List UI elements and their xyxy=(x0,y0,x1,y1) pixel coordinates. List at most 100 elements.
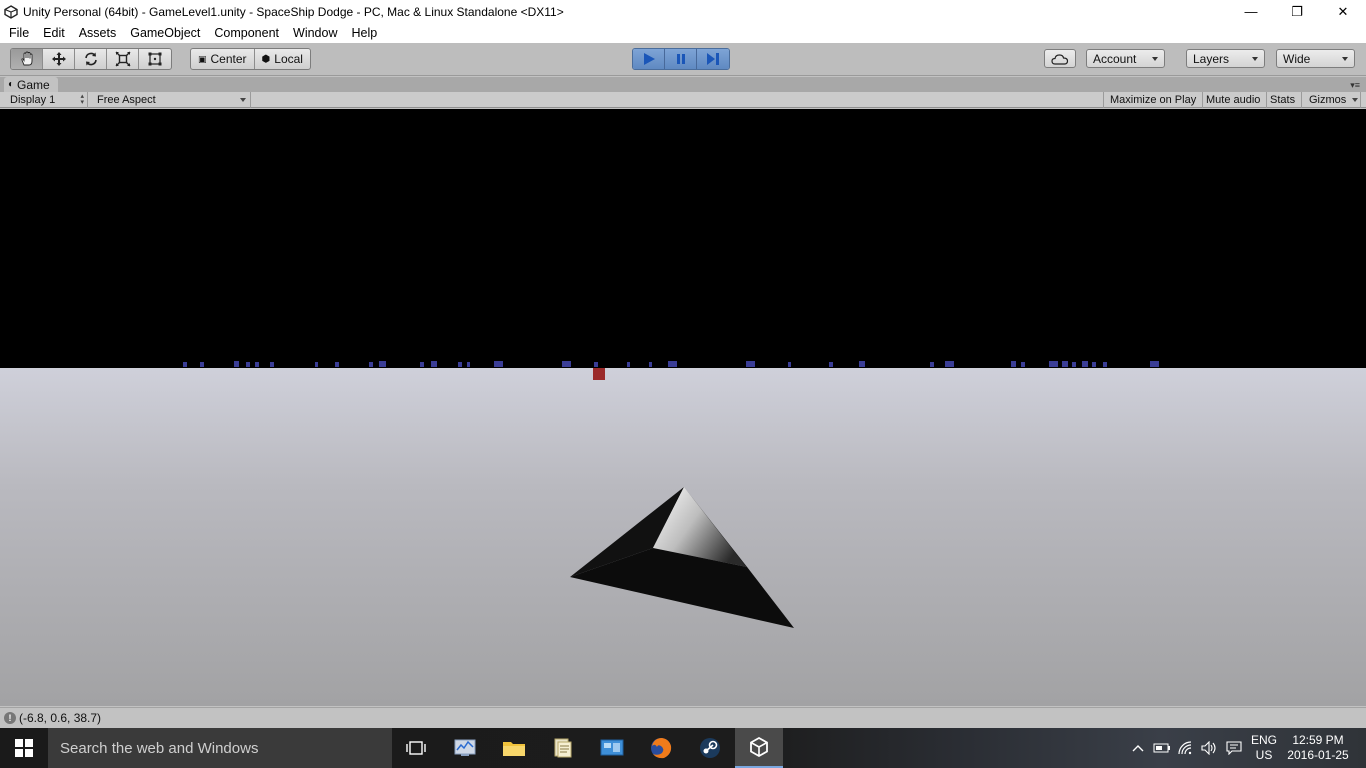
speaker-icon xyxy=(1201,741,1216,755)
rect-transform-icon xyxy=(148,52,162,66)
clock-time: 12:59 PM xyxy=(1292,733,1344,747)
task-view-button[interactable] xyxy=(392,728,440,768)
maximize-on-play-toggle[interactable]: Maximize on Play xyxy=(1103,92,1204,108)
cloud-button[interactable] xyxy=(1044,49,1076,68)
cloud-icon xyxy=(1051,53,1069,65)
red-obstacle xyxy=(593,368,605,380)
game-view-controls: Display 1 ▴ ▾ Free Aspect Maximize on Pla… xyxy=(0,92,1366,108)
clock[interactable]: 12:59 PM 2016-01-25 xyxy=(1282,733,1354,763)
battery-icon xyxy=(1153,743,1170,753)
task-view-icon xyxy=(406,741,426,755)
pause-icon xyxy=(676,54,685,64)
dropdown-caret-icon xyxy=(1342,57,1348,61)
layout-dropdown[interactable]: Wide xyxy=(1276,49,1355,68)
game-controller-icon: ◐ xyxy=(8,79,15,90)
step-button[interactable] xyxy=(697,49,729,69)
unity-logo-icon xyxy=(4,4,18,19)
display-label: Display 1 xyxy=(10,94,56,106)
language-indicator[interactable]: ENG US xyxy=(1246,733,1282,763)
pivot-space-button[interactable]: ⬢ Local xyxy=(255,49,310,69)
close-button[interactable]: ✕ xyxy=(1320,0,1366,23)
taskbar-app-monitor[interactable] xyxy=(441,728,489,768)
battery-button[interactable] xyxy=(1150,728,1174,768)
volume-button[interactable] xyxy=(1198,728,1222,768)
playback-controls xyxy=(632,48,730,70)
tab-game-label: Game xyxy=(17,77,50,92)
mute-audio-toggle[interactable]: Mute audio xyxy=(1200,92,1268,108)
menu-assets[interactable]: Assets xyxy=(72,26,124,40)
play-icon xyxy=(643,53,655,65)
tray-overflow-button[interactable] xyxy=(1126,728,1150,768)
layers-dropdown[interactable]: Layers xyxy=(1186,49,1265,68)
control-panel-icon xyxy=(600,739,624,756)
step-forward-icon xyxy=(707,53,719,65)
title-bar: Unity Personal (64bit) - GameLevel1.unit… xyxy=(0,0,1366,23)
main-toolbar: ▣ Center ⬢ Local Account Layers Wide xyxy=(0,43,1366,76)
pause-button[interactable] xyxy=(665,49,697,69)
stats-toggle[interactable]: Stats xyxy=(1264,92,1303,108)
status-message[interactable]: (-6.8, 0.6, 38.7) xyxy=(19,711,101,725)
steam-icon xyxy=(700,738,720,758)
folder-icon xyxy=(503,742,525,756)
gizmos-label: Gizmos xyxy=(1309,94,1347,106)
hand-icon xyxy=(20,51,32,66)
panel-menu-icon[interactable]: ▾≡ xyxy=(1350,80,1360,91)
scale-tool-button[interactable] xyxy=(107,49,139,69)
taskbar-unity[interactable] xyxy=(735,728,783,768)
minimize-button[interactable]: — xyxy=(1228,0,1274,23)
tab-game[interactable]: ◐ Game xyxy=(4,77,58,92)
start-button[interactable] xyxy=(0,728,48,768)
menu-gameobject[interactable]: GameObject xyxy=(123,26,207,40)
menu-window[interactable]: Window xyxy=(286,26,344,40)
pivot-mode-label: Center xyxy=(210,52,247,66)
game-view[interactable] xyxy=(0,109,1366,706)
rotate-tool-button[interactable] xyxy=(75,49,107,69)
status-bar: ! (-6.8, 0.6, 38.7) xyxy=(0,707,1366,728)
maximize-button[interactable]: ❐ xyxy=(1274,0,1320,23)
pivot-mode-button[interactable]: ▣ Center xyxy=(191,49,255,69)
pivot-center-icon: ▣ xyxy=(198,53,207,64)
info-icon: ! xyxy=(4,712,16,724)
menu-help[interactable]: Help xyxy=(344,26,384,40)
sky xyxy=(0,109,1366,368)
message-button[interactable] xyxy=(1222,728,1246,768)
play-button[interactable] xyxy=(633,49,665,69)
dropdown-caret-icon xyxy=(1252,57,1258,61)
menu-component[interactable]: Component xyxy=(207,26,286,40)
wifi-button[interactable] xyxy=(1174,728,1198,768)
updown-arrows-icon: ▴ ▾ xyxy=(80,93,84,106)
game-render xyxy=(0,109,1366,706)
taskbar-notes[interactable] xyxy=(539,728,587,768)
taskbar-control-panel[interactable] xyxy=(588,728,636,768)
taskbar-file-explorer[interactable] xyxy=(490,728,538,768)
panel-tab-row: ◐ Game ▾≡ xyxy=(0,77,1366,92)
taskbar-search[interactable]: Search the web and Windows xyxy=(48,728,392,768)
menu-file[interactable]: File xyxy=(2,26,36,40)
pivot-toggles: ▣ Center ⬢ Local xyxy=(190,48,311,70)
windows-logo-icon xyxy=(15,739,33,757)
display-selector[interactable]: Display 1 ▴ ▾ xyxy=(4,92,88,108)
move-arrows-icon xyxy=(51,52,66,66)
maximize-on-play-label: Maximize on Play xyxy=(1110,94,1197,106)
mute-audio-label: Mute audio xyxy=(1206,94,1261,106)
rect-tool-button[interactable] xyxy=(139,49,171,69)
taskbar-firefox[interactable] xyxy=(637,728,685,768)
aspect-label: Free Aspect xyxy=(97,94,156,106)
wifi-icon xyxy=(1178,741,1192,755)
cube-icon: ⬢ xyxy=(261,53,271,65)
account-dropdown[interactable]: Account xyxy=(1086,49,1165,68)
windows-taskbar: Search the web and Windows ENG US 12:59 … xyxy=(0,728,1366,768)
aspect-selector[interactable]: Free Aspect xyxy=(91,92,251,108)
transform-tools xyxy=(10,48,172,70)
hand-tool-button[interactable] xyxy=(11,49,43,69)
pivot-space-label: Local xyxy=(274,52,303,66)
stats-label: Stats xyxy=(1270,94,1296,106)
taskbar-steam[interactable] xyxy=(686,728,734,768)
gizmos-dropdown[interactable]: Gizmos xyxy=(1303,92,1361,108)
menu-edit[interactable]: Edit xyxy=(36,26,72,40)
language-code: ENG xyxy=(1250,733,1277,747)
move-tool-button[interactable] xyxy=(43,49,75,69)
clock-date: 2016-01-25 xyxy=(1287,748,1349,762)
chevron-up-icon xyxy=(1132,745,1144,752)
rotate-icon xyxy=(84,52,97,66)
